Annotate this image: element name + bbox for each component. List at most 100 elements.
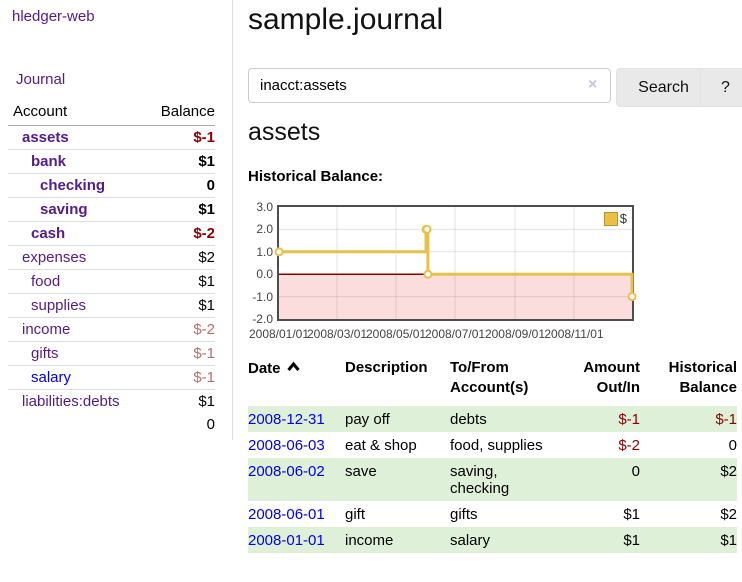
accounts-rows: assets$-1bank$1checking0saving$1cash$-2e…	[8, 126, 215, 414]
transaction-amount: $-2	[562, 432, 640, 458]
account-row: saving $1	[8, 198, 215, 222]
table-row: 2008-12-31pay offdebts$-1$-1	[248, 406, 737, 432]
register-header-date[interactable]: Date	[248, 356, 345, 406]
account-row: assets $-1	[8, 126, 215, 150]
accounts-header-account: Account	[8, 100, 143, 126]
account-row: liabilities:debts $1	[8, 390, 215, 414]
register-header-amount: Amount Out/In	[562, 356, 640, 406]
y-axis-tick-label: 3.0	[248, 201, 273, 213]
account-row: expenses $2	[8, 246, 215, 270]
account-balance: $1	[143, 294, 215, 318]
account-row: checking 0	[8, 174, 215, 198]
accounts-total-row: 0	[8, 413, 215, 436]
account-link[interactable]: income	[8, 321, 70, 338]
account-balance: 0	[143, 174, 215, 198]
x-axis-tick-label: 2008/01/01	[249, 327, 309, 341]
chart-plot-area: $	[277, 205, 634, 321]
register-header-balance: Historical Balance	[640, 356, 737, 406]
search-input[interactable]	[248, 68, 611, 103]
table-row: 2008-06-02 savesaving,checking0$2	[248, 458, 737, 501]
transaction-date-link[interactable]: 2008-12-31	[248, 411, 325, 428]
account-balance: $1	[143, 390, 215, 414]
transaction-date-link[interactable]: 2008-06-03	[248, 437, 325, 454]
transaction-accounts: saving,checking	[450, 458, 562, 501]
search-button[interactable]: Search	[616, 68, 711, 107]
account-balance: $1	[143, 198, 215, 222]
transaction-accounts: gifts	[450, 501, 562, 527]
transaction-description: save	[345, 458, 450, 501]
transaction-description: income	[345, 527, 450, 553]
help-button[interactable]: ?	[700, 68, 742, 107]
transaction-amount: $1	[562, 501, 640, 527]
account-row: food $1	[8, 270, 215, 294]
transaction-balance: $2	[640, 501, 737, 527]
account-row: gifts $-1	[8, 342, 215, 366]
account-balance: $-1	[143, 126, 215, 150]
account-link[interactable]: checking	[8, 177, 105, 194]
chart-title: Historical Balance:	[248, 168, 383, 185]
main-content: sample.journal × Search ? assets Histori…	[248, 0, 737, 582]
account-link[interactable]: liabilities:debts	[8, 393, 120, 410]
x-axis-tick-label: 2008/11/01	[544, 327, 603, 341]
account-row: bank$1	[8, 150, 215, 174]
transaction-amount: $1	[562, 527, 640, 553]
transaction-accounts: salary	[450, 527, 562, 553]
account-balance: $-1	[143, 366, 215, 390]
account-balance: $-1	[143, 342, 215, 366]
table-row: 2008-01-01incomesalary$1$1	[248, 527, 737, 553]
y-axis-tick-label: -2.0	[248, 313, 273, 325]
y-axis-tick-label: -1.0	[248, 291, 273, 303]
transaction-balance: $1	[640, 527, 737, 553]
chart-legend: $	[604, 211, 627, 226]
account-balance: $1	[143, 270, 215, 294]
x-axis-tick-label: 2008/03/01	[307, 327, 367, 341]
clear-search-icon[interactable]: ×	[588, 76, 597, 94]
account-balance: $-2	[143, 318, 215, 342]
legend-label: $	[620, 211, 627, 226]
x-axis-tick-label: 2008/07/01	[425, 327, 485, 341]
account-link[interactable]: supplies	[8, 297, 86, 314]
account-link[interactable]: salary	[8, 369, 71, 386]
account-link[interactable]: cash	[8, 225, 65, 242]
register-table: Date Description To/From Account(s) Amou…	[248, 356, 737, 553]
account-link[interactable]: assets	[8, 129, 69, 146]
transaction-description: eat & shop	[345, 432, 450, 458]
register-header-description: Description	[345, 356, 450, 406]
chart-canvas	[279, 207, 632, 319]
transaction-description: pay off	[345, 406, 450, 432]
account-link[interactable]: saving	[8, 201, 88, 218]
accounts-header-balance: Balance	[143, 100, 215, 126]
sidebar-item-journal[interactable]: Journal	[16, 71, 65, 88]
account-balance: $2	[143, 246, 215, 270]
account-link[interactable]: food	[8, 273, 60, 290]
accounts-table: Account Balance assets$-1bank$1checking0…	[8, 100, 215, 436]
balance-chart: $ 3.02.01.00.0-1.0-2.0 2008/01/012008/03…	[248, 205, 737, 347]
transaction-description: gift	[345, 501, 450, 527]
accounts-total-value: 0	[143, 413, 215, 436]
y-axis-tick-label: 2.0	[248, 223, 273, 235]
transaction-date-link[interactable]: 2008-06-02	[248, 463, 325, 480]
sidebar: hledger-web Journal Account Balance asse…	[0, 0, 233, 440]
transaction-accounts: debts	[450, 406, 562, 432]
transaction-balance: $2	[640, 458, 737, 501]
account-balance: $-2	[143, 222, 215, 246]
account-row: supplies $1	[8, 294, 215, 318]
transaction-date-link[interactable]: 2008-01-01	[248, 532, 325, 549]
transaction-date-link[interactable]: 2008-06-01	[248, 506, 325, 523]
table-row: 2008-06-01 giftgifts$1$2	[248, 501, 737, 527]
transaction-amount: 0	[562, 458, 640, 501]
legend-swatch	[604, 212, 618, 226]
account-row: salary $-1	[8, 366, 215, 390]
account-link[interactable]: gifts	[8, 345, 59, 362]
app-title-link[interactable]: hledger-web	[12, 8, 95, 25]
register-header-accounts: To/From Account(s)	[450, 356, 562, 406]
account-link[interactable]: bank	[8, 153, 66, 170]
account-link[interactable]: expenses	[8, 249, 86, 266]
table-row: 2008-06-03eat & shopfood, supplies$-20	[248, 432, 737, 458]
search-form: × Search ?	[248, 68, 737, 104]
register-rows: 2008-12-31pay offdebts$-1$-12008-06-03ea…	[248, 406, 737, 553]
sort-ascending-icon	[287, 358, 300, 378]
page-title: sample.journal	[248, 0, 443, 40]
y-axis-tick-label: 1.0	[248, 246, 273, 258]
x-axis-tick-label: 2008/05/01	[366, 327, 426, 341]
